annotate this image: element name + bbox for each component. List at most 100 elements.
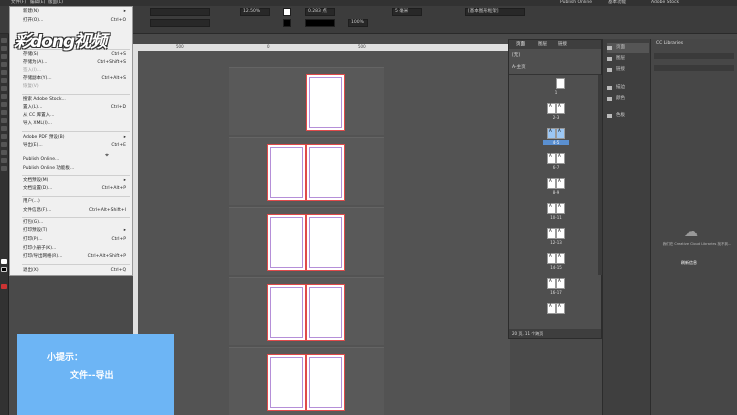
page-thumb[interactable]: A: [547, 153, 556, 164]
page-group[interactable]: A A: [543, 303, 569, 321]
page-thumb[interactable]: A: [556, 178, 565, 189]
page-thumb[interactable]: A: [556, 128, 565, 139]
direct-selection-tool-icon[interactable]: [1, 46, 7, 51]
page-group[interactable]: A A 6-7: [543, 153, 569, 171]
menu-item-publish-online[interactable]: Publish Online...: [23, 156, 128, 163]
rectangle-frame-tool-icon[interactable]: [1, 102, 7, 107]
menu-item-print-booklet[interactable]: 打印小册子(K)...: [23, 245, 128, 252]
master-none[interactable]: [无]: [512, 52, 520, 58]
menu-item-export[interactable]: 导出(E)... Ctrl+E: [23, 142, 128, 149]
dock-color[interactable]: 颜色: [607, 94, 649, 104]
scissors-tool-icon[interactable]: [1, 118, 7, 123]
type-tool-icon[interactable]: [1, 70, 7, 75]
page-group[interactable]: A A 14-15: [543, 253, 569, 271]
fill-swatch-icon[interactable]: [283, 8, 291, 16]
tab-layers[interactable]: 图层: [538, 41, 547, 47]
pen-tool-icon[interactable]: [1, 86, 7, 91]
eyedropper-tool-icon[interactable]: [1, 150, 7, 155]
dock-stroke[interactable]: 描边: [607, 83, 649, 93]
menu-item-save-as[interactable]: 存储为(A)... Ctrl+Shift+S: [23, 59, 128, 66]
cc-libraries-tab[interactable]: CC Libraries: [656, 41, 683, 46]
menu-item-file-info[interactable]: 文件信息(F)... Ctrl+Alt+Shift+I: [23, 207, 128, 214]
rectangle-tool-icon[interactable]: [1, 110, 7, 115]
hand-tool-icon[interactable]: [1, 158, 7, 163]
menu-item-print[interactable]: 打印(P)... Ctrl+P: [23, 236, 128, 243]
page-thumb[interactable]: A: [556, 103, 565, 114]
fill-color-icon[interactable]: [1, 259, 7, 264]
selection-tool-icon[interactable]: [1, 38, 7, 43]
menu-item-place[interactable]: 置入(L)... Ctrl+D: [23, 104, 128, 111]
page-thumbnail[interactable]: [306, 74, 345, 131]
stroke-type-select[interactable]: [305, 19, 335, 27]
page-tool-icon[interactable]: [1, 54, 7, 59]
page-thumbnail[interactable]: [306, 354, 345, 411]
page-group[interactable]: A A 2-3: [543, 103, 569, 121]
object-style-select[interactable]: [基本图形框架]: [465, 8, 525, 16]
page-thumbnail[interactable]: [267, 144, 306, 201]
page-thumbnail[interactable]: [306, 214, 345, 271]
cc-library-select[interactable]: [654, 53, 734, 59]
page-thumb[interactable]: A: [547, 178, 556, 189]
menu-item-document-presets[interactable]: 文档预设(M) ▸: [23, 177, 128, 184]
menu-item-pdf-presets[interactable]: Adobe PDF 预设(B) ▸: [23, 134, 128, 141]
page-thumb[interactable]: A: [547, 128, 556, 139]
tab-pages[interactable]: 页面: [516, 41, 525, 47]
note-tool-icon[interactable]: [1, 142, 7, 147]
dock-swatches[interactable]: 色板: [607, 111, 649, 121]
page-thumbnail[interactable]: [267, 354, 306, 411]
stroke-swatch-icon[interactable]: [283, 19, 291, 27]
menu-item-user[interactable]: 用户(...): [23, 198, 128, 205]
page-thumb[interactable]: A: [547, 253, 556, 264]
page-group[interactable]: A A 16-17: [543, 278, 569, 296]
menu-item-new[interactable]: 新建(N) ▸: [23, 8, 128, 15]
menu-item-publish-online-panel[interactable]: Publish Online 功能板...: [23, 165, 128, 172]
page-group[interactable]: A A 4-5: [543, 128, 569, 146]
menu-item-package[interactable]: 打包(G)...: [23, 219, 128, 226]
page-thumb[interactable]: A: [556, 303, 565, 314]
page-thumb[interactable]: A: [547, 303, 556, 314]
pencil-tool-icon[interactable]: [1, 94, 7, 99]
page-thumb[interactable]: [556, 78, 565, 89]
none-color-icon[interactable]: [1, 284, 7, 289]
page-group[interactable]: 1: [543, 78, 569, 96]
page-thumb[interactable]: A: [556, 228, 565, 239]
page-group[interactable]: A A 8-9: [543, 178, 569, 196]
x-field[interactable]: [150, 8, 210, 16]
page-thumb[interactable]: A: [556, 278, 565, 289]
dock-links[interactable]: 链接: [607, 65, 649, 75]
master-a[interactable]: A-主页: [512, 64, 526, 70]
zoom-tool-icon[interactable]: [1, 166, 7, 171]
page-thumbnail[interactable]: [306, 144, 345, 201]
page-thumbnail[interactable]: [267, 214, 306, 271]
page-thumb[interactable]: A: [547, 278, 556, 289]
gap-tool-icon[interactable]: [1, 62, 7, 67]
gradient-tool-icon[interactable]: [1, 134, 7, 139]
menu-item-print-presets[interactable]: 打印预设(T) ▸: [23, 227, 128, 234]
page-group[interactable]: A A 10-11: [543, 203, 569, 221]
line-tool-icon[interactable]: [1, 78, 7, 83]
menu-item-exit[interactable]: 退出(X) Ctrl+Q: [23, 267, 128, 274]
menu-item-print-export-grid[interactable]: 打印/导出网格(R)... Ctrl+Alt+Shift+P: [23, 253, 128, 260]
free-transform-tool-icon[interactable]: [1, 126, 7, 131]
page-thumb[interactable]: A: [556, 153, 565, 164]
menu-item-open[interactable]: 打开(O)... Ctrl+O: [23, 17, 128, 24]
tab-links[interactable]: 链接: [558, 41, 567, 47]
menu-item-place-from-cc[interactable]: 从 CC 库置入...: [23, 112, 128, 119]
menu-item-document-setup[interactable]: 文档设置(D)... Ctrl+Alt+P: [23, 185, 128, 192]
dock-pages[interactable]: 页面: [607, 43, 649, 53]
page-thumb[interactable]: A: [547, 228, 556, 239]
page-group[interactable]: A A 12-13: [543, 228, 569, 246]
zoom-field[interactable]: 12.50%: [240, 8, 270, 16]
page-thumb[interactable]: A: [547, 203, 556, 214]
page-thumb[interactable]: A: [556, 253, 565, 264]
opacity-field[interactable]: 100%: [348, 19, 368, 27]
stroke-color-icon[interactable]: [1, 267, 7, 272]
page-thumbnail[interactable]: [267, 284, 306, 341]
page-thumb[interactable]: A: [547, 103, 556, 114]
page-thumb[interactable]: A: [556, 203, 565, 214]
stroke-weight-field[interactable]: 0.283 点: [305, 8, 335, 16]
menu-item-save-copy[interactable]: 存储副本(Y)... Ctrl+Alt+S: [23, 75, 128, 82]
menu-item-search-stock[interactable]: 搜索 Adobe Stock...: [23, 96, 128, 103]
gutter-field[interactable]: 5 毫米: [392, 8, 422, 16]
dock-layers[interactable]: 图层: [607, 54, 649, 64]
